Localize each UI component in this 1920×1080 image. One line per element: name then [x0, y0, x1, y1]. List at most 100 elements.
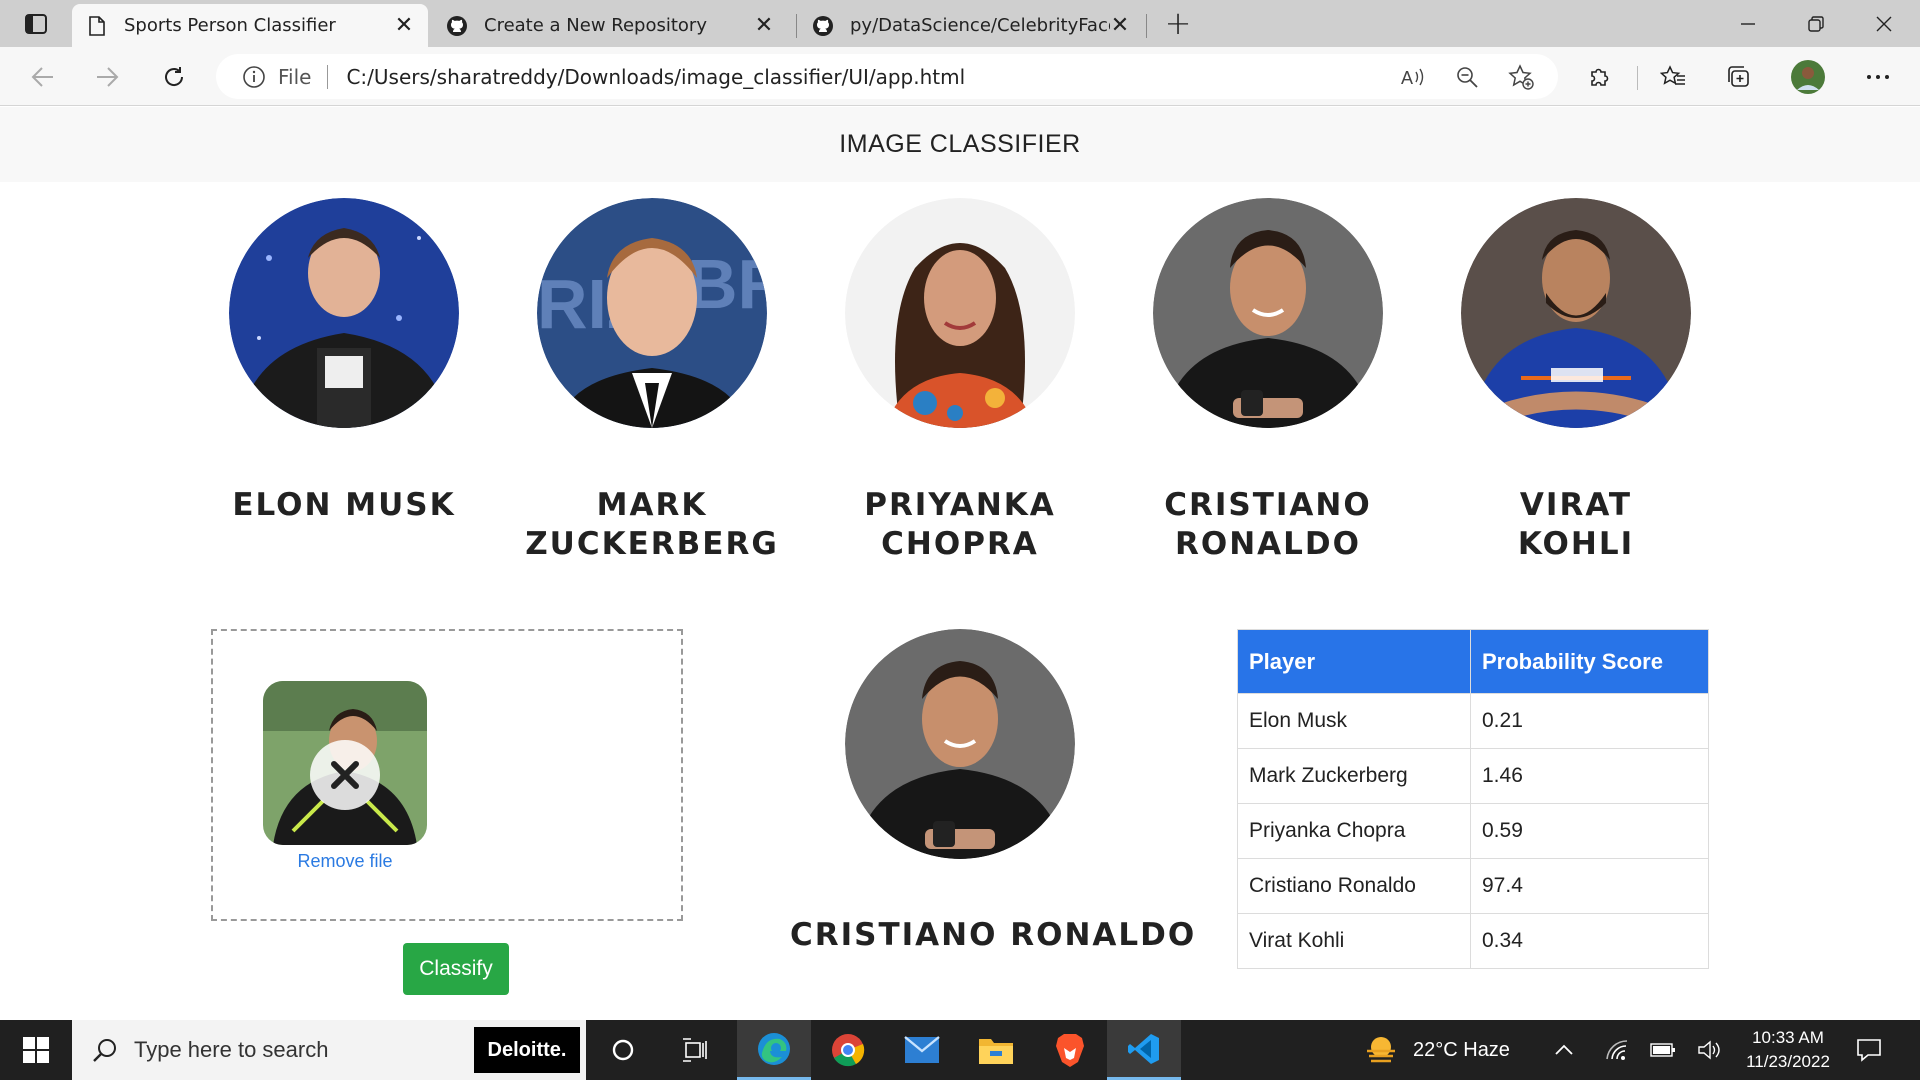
- cristiano-ronaldo-photo: [1153, 198, 1383, 428]
- tab-title: Sports Person Classifier: [124, 15, 336, 36]
- extensions-button[interactable]: [1583, 60, 1617, 94]
- network-button[interactable]: [1606, 1020, 1628, 1080]
- cortana-button[interactable]: [586, 1020, 660, 1080]
- forward-button[interactable]: [90, 60, 124, 94]
- minimize-button[interactable]: [1714, 0, 1782, 47]
- close-window-button[interactable]: [1850, 0, 1918, 47]
- battery-button[interactable]: [1650, 1020, 1676, 1080]
- elon-musk-photo: [229, 198, 459, 428]
- favorites-button[interactable]: [1656, 60, 1690, 94]
- collections-icon: [1728, 66, 1749, 87]
- page-content: IMAGE CLASSIFIER ELON MUSK RIZ BR MARK Z…: [0, 107, 1920, 1019]
- uploaded-image-preview: [263, 681, 427, 845]
- vscode-icon: [1128, 1033, 1159, 1064]
- weather-text: 22°C Haze: [1413, 1038, 1510, 1061]
- restore-icon: [1808, 15, 1824, 32]
- read-aloud-icon[interactable]: A: [1396, 60, 1430, 94]
- more-options-button[interactable]: [1861, 60, 1895, 94]
- task-view-button[interactable]: [658, 1020, 732, 1080]
- weather-widget[interactable]: 22°C Haze: [1363, 1020, 1510, 1080]
- add-favorite-icon[interactable]: [1504, 60, 1538, 94]
- chevron-up-icon: [1555, 1044, 1573, 1055]
- mail-icon: [904, 1036, 940, 1063]
- chrome-taskbar-button[interactable]: [811, 1020, 885, 1080]
- close-icon: [1876, 16, 1892, 31]
- more-icon: [1867, 75, 1889, 79]
- person-name: ELON MUSK: [232, 487, 456, 523]
- github-icon: [446, 15, 468, 37]
- close-tab-icon[interactable]: ✕: [754, 13, 774, 38]
- player-cell: Elon Musk: [1237, 693, 1471, 749]
- file-dropzone[interactable]: Remove file: [211, 629, 683, 921]
- person-card-priyanka-chopra: PRIYANKA CHOPRA: [830, 198, 1090, 564]
- notifications-button[interactable]: [1856, 1020, 1882, 1080]
- tab-title: Create a New Repository: [484, 15, 707, 36]
- taskbar-search[interactable]: Type here to search Deloitte.: [72, 1020, 586, 1080]
- player-cell: Priyanka Chopra: [1237, 803, 1471, 859]
- battery-icon: [1650, 1043, 1675, 1057]
- restore-button[interactable]: [1782, 0, 1850, 47]
- back-button[interactable]: [26, 60, 60, 94]
- mail-taskbar-button[interactable]: [885, 1020, 959, 1080]
- info-icon[interactable]: [242, 65, 266, 89]
- vscode-taskbar-button[interactable]: [1107, 1020, 1181, 1080]
- column-header-player: Player: [1237, 629, 1471, 694]
- tab-actions-icon: [25, 14, 47, 34]
- edge-taskbar-button[interactable]: [737, 1020, 811, 1080]
- windows-taskbar: Type here to search Deloitte. 22°C Haze: [0, 1020, 1920, 1080]
- brave-icon: [1056, 1034, 1084, 1067]
- new-tab-button[interactable]: +: [1160, 6, 1196, 42]
- zoom-out-icon[interactable]: [1450, 60, 1484, 94]
- person-name: MARK ZUCKERBERG: [525, 487, 779, 562]
- person-card-virat-kohli: VIRAT KOHLI: [1446, 198, 1706, 564]
- tab-title: py/DataScience/CelebrityFaceRe: [850, 15, 1110, 36]
- favorites-icon: [1660, 65, 1685, 85]
- result-photo: [845, 629, 1075, 859]
- back-arrow-icon: [31, 67, 53, 87]
- address-bar[interactable]: File C:/Users/sharatreddy/Downloads/imag…: [216, 54, 1558, 99]
- person-name: VIRAT KOHLI: [1517, 487, 1635, 562]
- tab-celebrity-face-recognition[interactable]: py/DataScience/CelebrityFaceRe ✕: [798, 4, 1144, 47]
- github-icon: [812, 15, 834, 37]
- volume-button[interactable]: [1698, 1020, 1722, 1080]
- table-row: Virat Kohli 0.34: [1237, 913, 1709, 969]
- wifi-icon: [1606, 1040, 1628, 1060]
- svg-text:A: A: [1401, 68, 1413, 88]
- player-cell: Virat Kohli: [1237, 913, 1471, 969]
- address-url[interactable]: C:/Users/sharatreddy/Downloads/image_cla…: [346, 65, 1396, 89]
- score-cell: 0.21: [1470, 693, 1709, 749]
- tab-separator: [1146, 14, 1147, 38]
- remove-file-link[interactable]: Remove file: [263, 851, 427, 872]
- show-hidden-icons-button[interactable]: [1554, 1020, 1574, 1080]
- clock-date: 11/23/2022: [1746, 1052, 1830, 1071]
- person-card-mark-zuckerberg: RIZ BR MARK ZUCKERBERG: [522, 198, 782, 564]
- browser-tabstrip: Sports Person Classifier ✕ Create a New …: [0, 0, 1920, 47]
- table-row: Priyanka Chopra 0.59: [1237, 803, 1709, 859]
- address-scheme-label: File: [278, 64, 312, 89]
- system-clock[interactable]: 10:33 AM 11/23/2022: [1728, 1026, 1848, 1074]
- tab-create-repository[interactable]: Create a New Repository ✕: [432, 4, 788, 47]
- start-button[interactable]: [0, 1020, 72, 1080]
- file-explorer-taskbar-button[interactable]: [959, 1020, 1033, 1080]
- task-view-icon: [683, 1038, 707, 1062]
- windows-logo-icon: [23, 1037, 49, 1063]
- close-tab-icon[interactable]: ✕: [394, 13, 414, 38]
- close-tab-icon[interactable]: ✕: [1110, 13, 1130, 38]
- tab-actions-button[interactable]: [14, 10, 58, 38]
- address-separator: [327, 64, 329, 89]
- score-cell: 97.4: [1470, 858, 1709, 914]
- collections-button[interactable]: [1722, 60, 1756, 94]
- refresh-button[interactable]: [157, 60, 191, 94]
- classify-button[interactable]: Classify: [403, 943, 509, 995]
- table-row: Elon Musk 0.21: [1237, 693, 1709, 749]
- person-name: PRIYANKA CHOPRA: [864, 487, 1056, 562]
- score-cell: 0.59: [1470, 803, 1709, 859]
- person-card-cristiano-ronaldo: CRISTIANO RONALDO: [1138, 198, 1398, 564]
- edge-icon: [758, 1032, 790, 1065]
- brave-taskbar-button[interactable]: [1033, 1020, 1107, 1080]
- tab-sports-person-classifier[interactable]: Sports Person Classifier ✕: [72, 4, 428, 47]
- chrome-icon: [832, 1034, 865, 1067]
- profile-button[interactable]: [1791, 60, 1825, 94]
- remove-file-overlay[interactable]: [310, 740, 380, 810]
- priyanka-chopra-photo: [845, 198, 1075, 428]
